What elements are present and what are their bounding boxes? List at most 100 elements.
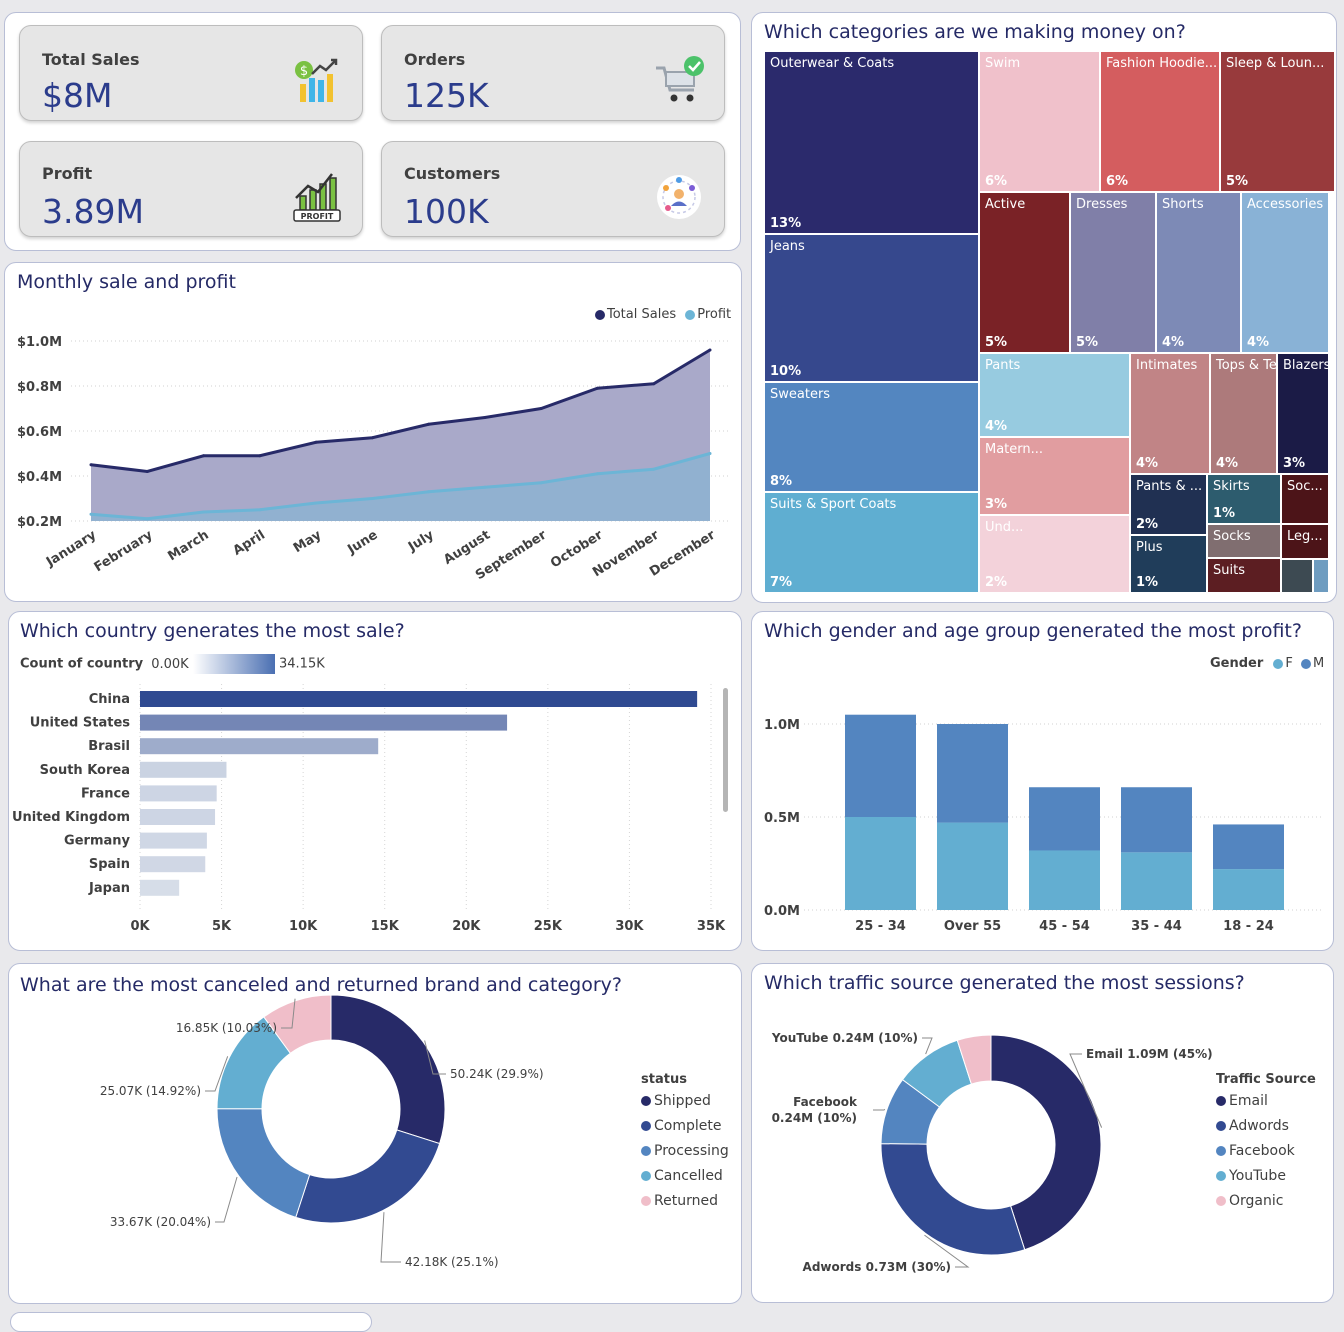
x-tick-label: July (405, 527, 437, 555)
tile-label: Outerwear & Coats (770, 56, 895, 71)
leader-line (380, 1212, 401, 1263)
x-tick-label: 10K (289, 919, 318, 934)
x-tick-label: 35 - 44 (1131, 919, 1182, 934)
tile-percent: 8% (770, 474, 793, 489)
legend-label: YouTube (1229, 1168, 1286, 1184)
legend-item[interactable]: Cancelled (641, 1168, 729, 1184)
sales-point (708, 348, 712, 352)
bar (140, 809, 216, 825)
tile-percent: 4% (1136, 456, 1159, 471)
treemap-tile[interactable]: Suits & Sport Coats 7% (764, 492, 979, 593)
tile-percent: 4% (985, 419, 1008, 434)
legend-label: Adwords (1229, 1118, 1289, 1134)
y-tick-label: $0.4M (17, 470, 62, 485)
treemap-tile[interactable]: Sleep & Loun... 5% (1220, 51, 1335, 192)
treemap-tile[interactable]: Leg... (1281, 524, 1329, 559)
bar (140, 832, 207, 849)
partial-panel-edge (10, 1312, 372, 1332)
treemap-tile[interactable]: Pants & ... 2% (1130, 474, 1207, 535)
sales-point (595, 386, 599, 390)
legend-item[interactable]: Adwords (1216, 1118, 1316, 1134)
treemap-tile[interactable]: Accessories 4% (1241, 192, 1329, 353)
treemap-tile[interactable]: Skirts 1% (1207, 474, 1281, 524)
treemap-tile[interactable]: Pants 4% (979, 353, 1130, 437)
treemap-tile[interactable]: Soc... (1281, 474, 1329, 524)
tile-percent: 4% (1216, 456, 1239, 471)
legend-item[interactable]: YouTube (1216, 1168, 1316, 1184)
kpi-profit-card[interactable]: Profit 3.89M PROFIT (19, 141, 363, 237)
treemap-tile[interactable]: Matern... 3% (979, 437, 1130, 515)
treemap-tile[interactable]: Socks (1207, 524, 1281, 558)
legend-item[interactable]: Facebook (1216, 1143, 1316, 1159)
tile-label: Pants (985, 358, 1021, 373)
leader-line (922, 1037, 933, 1055)
kpi-value: 125K (404, 76, 489, 115)
treemap-tile[interactable]: Blazers &... 3% (1277, 353, 1329, 474)
tile-percent: 5% (1226, 174, 1249, 189)
scrollbar[interactable] (723, 688, 728, 812)
x-tick-label: January (43, 527, 100, 570)
treemap-tile[interactable]: Jeans 10% (764, 234, 979, 382)
treemap-tile[interactable]: Shorts 4% (1156, 192, 1241, 353)
kpi-total-sales-card[interactable]: Total Sales $8M $ (19, 25, 363, 121)
kpi-orders-card[interactable]: Orders 125K (381, 25, 725, 121)
treemap-tile[interactable] (1313, 559, 1329, 593)
treemap-tile[interactable]: Dresses 5% (1070, 192, 1156, 353)
legend-item[interactable]: Email (1216, 1093, 1316, 1109)
category-label: Germany (64, 834, 130, 849)
x-tick-label: Over 55 (944, 919, 1001, 934)
bar-f (1213, 869, 1284, 910)
bar (140, 856, 206, 873)
status-donut-chart: 50.24K (29.9%) 42.18K (25.1%) 33.67K (20.0… (100, 994, 544, 1269)
legend-label: Facebook (1229, 1143, 1295, 1159)
slice-label: Facebook (793, 1095, 858, 1109)
legend-item[interactable]: Processing (641, 1143, 729, 1159)
treemap-tile[interactable]: Active 5% (979, 192, 1070, 353)
bar-m (1029, 787, 1100, 851)
x-tick-label: 18 - 24 (1223, 919, 1274, 934)
profit-point (483, 485, 487, 489)
legend-item[interactable]: Shipped (641, 1093, 729, 1109)
legend-label: Cancelled (654, 1168, 723, 1184)
tile-label: Shorts (1162, 197, 1204, 212)
legend-label: Processing (654, 1143, 729, 1159)
treemap-tile[interactable] (1281, 559, 1313, 593)
legend-dot (1216, 1096, 1226, 1106)
tile-label: Pants & ... (1136, 479, 1203, 494)
tile-label: Accessories (1247, 197, 1324, 212)
bar (140, 879, 180, 896)
treemap-tile[interactable]: Outerwear & Coats 13% (764, 51, 979, 234)
category-label: United Kingdom (12, 810, 130, 825)
tile-label: Sleep & Loun... (1226, 56, 1325, 71)
treemap-tile[interactable]: Plus 1% (1130, 535, 1207, 593)
legend-item[interactable]: Complete (641, 1118, 729, 1134)
kpi-customers-card[interactable]: Customers 100K (381, 141, 725, 237)
legend-label: Shipped (654, 1093, 711, 1109)
bar (140, 785, 217, 802)
donut-slice (216, 1108, 311, 1219)
treemap-tile[interactable]: Intimates 4% (1130, 353, 1210, 474)
tile-label: Tops & Tees (1216, 358, 1277, 373)
y-tick-label: $1.0M (17, 335, 62, 350)
leader-line (215, 1176, 238, 1223)
treemap-tile[interactable]: Und... 2% (979, 515, 1130, 593)
treemap-tile[interactable]: Fashion Hoodie... 6% (1100, 51, 1220, 192)
legend-items: Email Adwords Facebook YouTube Organic (1216, 1093, 1316, 1209)
legend-label: Organic (1229, 1193, 1284, 1209)
treemap-tile[interactable]: Suits (1207, 558, 1281, 593)
treemap-tile[interactable]: Swim 6% (979, 51, 1100, 192)
bar (140, 691, 698, 707)
sales-point (314, 440, 318, 444)
y-tick-label: $0.2M (17, 515, 62, 530)
legend-label: Complete (654, 1118, 722, 1134)
treemap-tile[interactable]: Sweaters 8% (764, 382, 979, 492)
tile-percent: 1% (1136, 575, 1159, 590)
sales-point (370, 436, 374, 440)
tile-label: Swim (985, 56, 1021, 71)
x-tick-label: February (92, 527, 156, 575)
treemap-tile[interactable]: Tops & Tees 4% (1210, 353, 1277, 474)
legend-item[interactable]: Returned (641, 1193, 729, 1209)
legend-item[interactable]: Organic (1216, 1193, 1316, 1209)
kpi-panel: Total Sales $8M $ Orders 125K Profit 3.8… (4, 12, 741, 251)
tile-percent: 5% (985, 335, 1008, 350)
